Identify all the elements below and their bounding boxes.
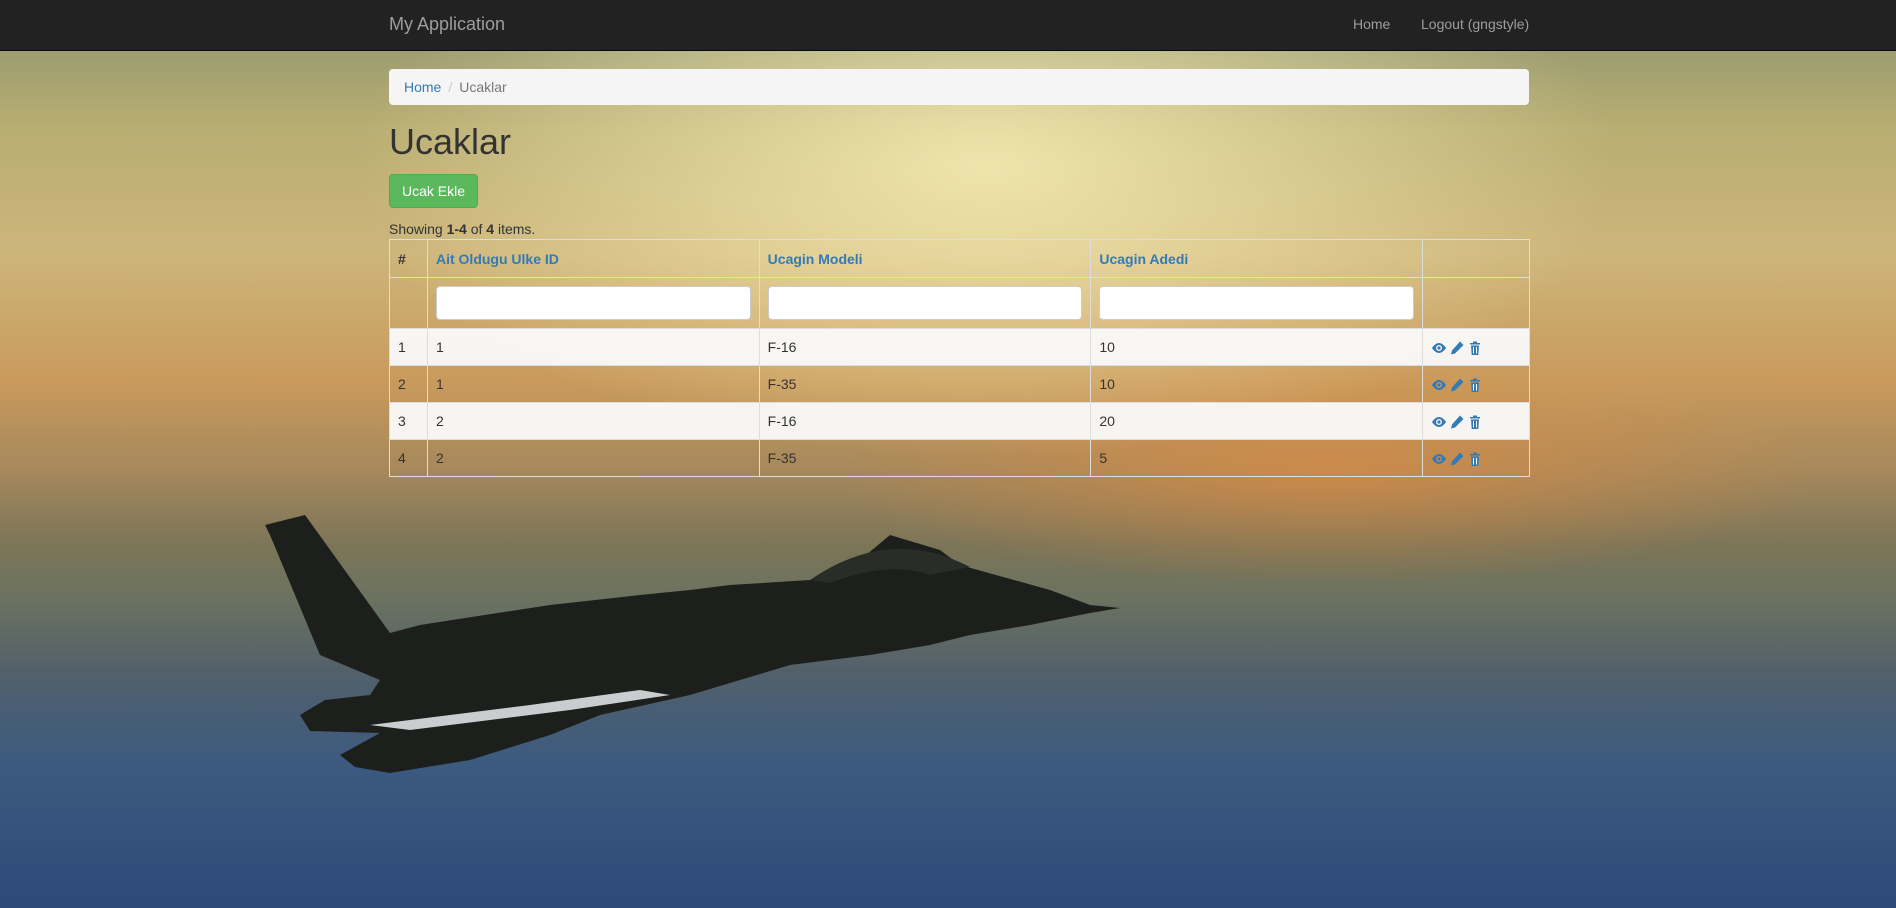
- ucaklar-grid-table: # Ait Oldugu Ulke ID Ucagin Modeli Ucagi…: [389, 239, 1530, 477]
- main-container: Home / Ucaklar Ucaklar Ucak Ekle Showing 1…: [389, 69, 1530, 477]
- row-country-id: 1: [426, 328, 760, 366]
- table-row: 3 2 F-16 20: [389, 402, 1530, 440]
- page-title: Ucaklar: [389, 121, 512, 162]
- filter-cell-actions: [1422, 277, 1530, 329]
- row-number: 4: [389, 439, 428, 477]
- row-country-id: 2: [426, 402, 760, 440]
- brand-link[interactable]: My Application: [389, 0, 505, 48]
- column-header-actions: [1422, 239, 1530, 278]
- filter-cell-model: [758, 277, 1092, 329]
- pencil-icon[interactable]: [1449, 340, 1467, 356]
- sort-count-link[interactable]: Ucagin Adedi: [1099, 251, 1188, 267]
- row-model: F-35: [758, 439, 1092, 477]
- filter-model-input[interactable]: [767, 286, 1083, 320]
- filter-cell-empty: [389, 277, 428, 329]
- row-count: 10: [1090, 365, 1424, 403]
- table-row: 1 1 F-16 10: [389, 328, 1530, 366]
- trash-icon[interactable]: [1467, 340, 1485, 356]
- sort-model-link[interactable]: Ucagin Modeli: [768, 251, 863, 267]
- summary-total: 4: [486, 221, 495, 237]
- filter-count-input[interactable]: [1099, 286, 1415, 320]
- grid-summary: Showing 1-4 of 4 items.: [389, 220, 1529, 238]
- filter-country-id-input[interactable]: [435, 286, 751, 320]
- filter-cell-country-id: [426, 277, 760, 329]
- summary-suffix: items.: [494, 221, 536, 237]
- breadcrumb-current: Ucaklar: [459, 79, 507, 95]
- eye-icon[interactable]: [1431, 451, 1449, 467]
- pencil-icon[interactable]: [1449, 451, 1467, 467]
- row-count: 20: [1090, 402, 1424, 440]
- pencil-icon[interactable]: [1449, 414, 1467, 430]
- breadcrumb-home-link[interactable]: Home: [404, 79, 441, 95]
- row-country-id: 1: [426, 365, 760, 403]
- sort-country-id-link[interactable]: Ait Oldugu Ulke ID: [436, 251, 559, 267]
- row-count: 5: [1090, 439, 1424, 477]
- row-actions: [1422, 402, 1530, 440]
- row-count: 10: [1090, 328, 1424, 366]
- breadcrumb: Home / Ucaklar: [389, 69, 1529, 105]
- summary-range: 1-4: [446, 221, 467, 237]
- row-country-id: 2: [426, 439, 760, 477]
- column-header-country-id: Ait Oldugu Ulke ID: [426, 239, 760, 278]
- eye-icon[interactable]: [1431, 377, 1449, 393]
- row-actions: [1422, 365, 1530, 403]
- row-actions: [1422, 439, 1530, 477]
- fighter-jet-silhouette: [265, 515, 1120, 773]
- trash-icon[interactable]: [1467, 451, 1485, 467]
- column-header-model: Ucagin Modeli: [758, 239, 1092, 278]
- pencil-icon[interactable]: [1449, 377, 1467, 393]
- summary-middle: of: [466, 221, 487, 237]
- table-row: 2 1 F-35 10: [389, 365, 1530, 403]
- add-ucak-button[interactable]: Ucak Ekle: [389, 174, 479, 208]
- eye-icon[interactable]: [1431, 340, 1449, 356]
- trash-icon[interactable]: [1467, 414, 1485, 430]
- column-header-number: #: [389, 239, 428, 278]
- table-row: 4 2 F-35 5: [389, 439, 1530, 477]
- row-number: 2: [389, 365, 428, 403]
- nav-logout-link[interactable]: Logout (gngstyle): [1421, 0, 1529, 48]
- eye-icon[interactable]: [1431, 414, 1449, 430]
- row-number: 3: [389, 402, 428, 440]
- row-model: F-35: [758, 365, 1092, 403]
- column-header-count: Ucagin Adedi: [1090, 239, 1424, 278]
- row-model: F-16: [758, 402, 1092, 440]
- summary-prefix: Showing: [389, 221, 447, 237]
- filter-cell-count: [1090, 277, 1424, 329]
- breadcrumb-separator: /: [448, 79, 453, 95]
- trash-icon[interactable]: [1467, 377, 1485, 393]
- row-actions: [1422, 328, 1530, 366]
- row-number: 1: [389, 328, 428, 366]
- top-navbar: My Application Home Logout (gngstyle): [0, 0, 1896, 51]
- nav-home-link[interactable]: Home: [1353, 0, 1390, 48]
- row-model: F-16: [758, 328, 1092, 366]
